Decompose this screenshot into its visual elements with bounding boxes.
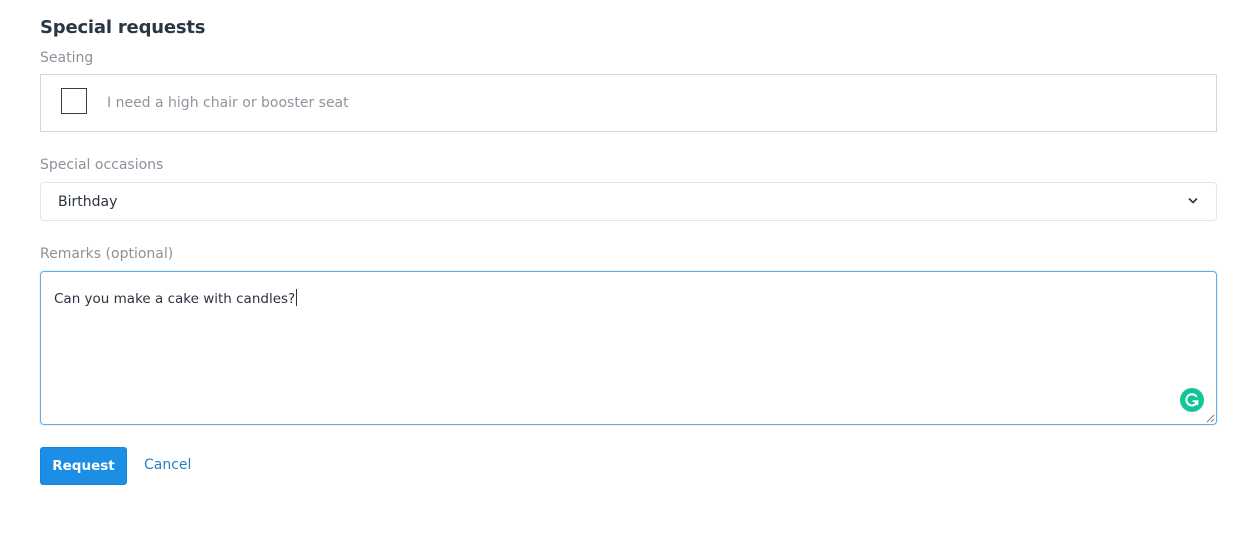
seating-option-box[interactable]: I need a high chair or booster seat (40, 74, 1217, 132)
seating-label: Seating (40, 50, 94, 66)
special-occasions-label: Special occasions (40, 157, 164, 173)
remarks-text: Can you make a cake with candles? (54, 289, 298, 307)
cancel-link[interactable]: Cancel (144, 457, 191, 473)
section-title: Special requests (40, 17, 206, 38)
special-occasions-select[interactable]: Birthday (40, 182, 1217, 221)
remarks-label: Remarks (optional) (40, 246, 174, 262)
text-caret (296, 289, 298, 306)
chevron-down-icon (1188, 198, 1198, 204)
selected-occasion: Birthday (58, 194, 118, 210)
high-chair-checkbox[interactable] (61, 88, 87, 114)
high-chair-checkbox-label[interactable]: I need a high chair or booster seat (107, 95, 349, 111)
request-button[interactable]: Request (40, 447, 127, 485)
remarks-textarea[interactable]: Can you make a cake with candles? (40, 271, 1217, 425)
grammarly-icon[interactable] (1180, 388, 1204, 412)
remarks-value: Can you make a cake with candles? (54, 291, 296, 307)
resize-handle-icon[interactable] (1206, 414, 1215, 423)
